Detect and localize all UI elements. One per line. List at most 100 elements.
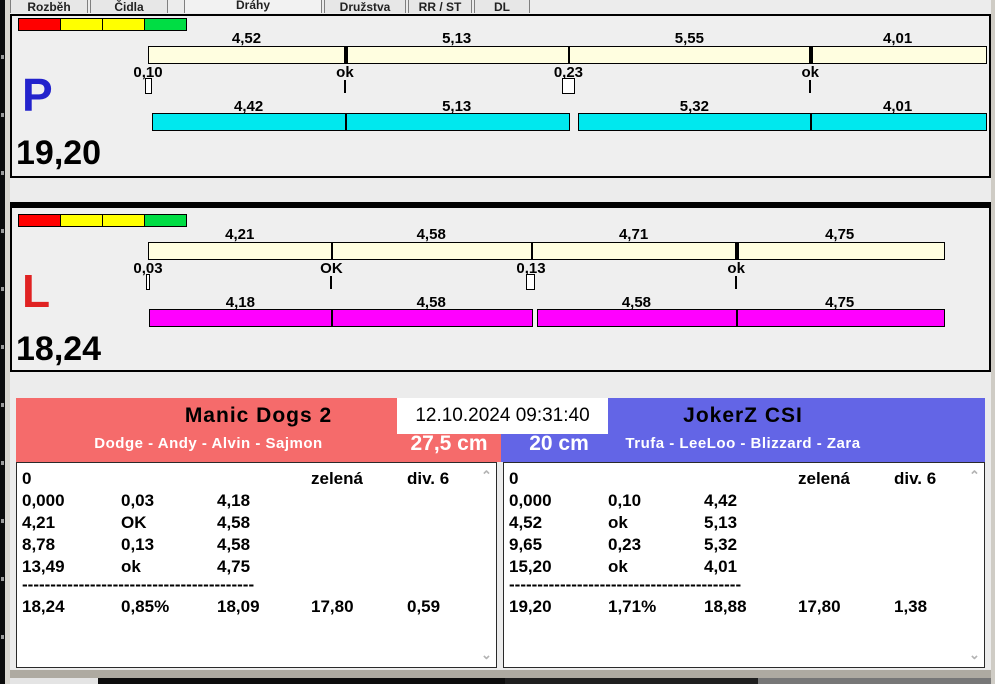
scroll-up-icon[interactable]: ⌃ [968,469,981,482]
segment-separator [530,243,533,259]
table-cell: 0,10 [608,491,642,510]
table-cell: 19,20 [509,597,552,616]
table-cell: 13,49 [22,557,65,576]
table-cell: zelená [798,469,850,488]
tab-dr-hy[interactable]: Dráhy [184,0,322,13]
datetime-stamp: 12.10.2024 09:31:40 [397,398,608,434]
table-cell: 18,24 [22,597,65,616]
status-light [60,214,103,227]
segment-separator [810,114,813,130]
table-cell: 0,13 [121,535,155,554]
table-cell: 4,52 [509,513,543,532]
window-left-edge [5,0,10,684]
split-row: 0,000 0,03 4,18 [22,490,476,512]
background-window-fragment [758,678,995,684]
dock-tick [1,519,4,523]
result-table-left[interactable]: 0 zelená div. 6 0,000 0,03 4,18 4,21 OK 4,58 8,78… [16,462,497,668]
split-time-label: 5,13 [442,30,472,47]
run-segment-group [578,113,987,131]
table-cell: 17,80 [798,597,841,616]
split-labels-top: 4,21 4,58 4,71 4,75 [148,226,988,243]
run-segment-group [152,113,571,131]
ok-tick-marker [735,276,738,289]
table-cell: 4,18 [217,491,251,510]
split-time-label: 4,58 [416,226,446,243]
fault-markers [146,274,988,294]
dock-tick [1,55,4,59]
dock-tick [1,403,4,407]
totals-row: 19,20 1,71% 18,88 17,80 1,38 [509,596,964,618]
table-cell: 5,13 [704,513,738,532]
table-cell: 1,71% [608,597,657,616]
split-labels-bottom: 4,18 4,58 4,58 4,75 [148,294,988,311]
window-right-edge [991,0,995,684]
dock-tick [1,461,4,465]
table-cell: 0,000 [22,491,65,510]
segment-separator [735,243,740,259]
table-cell: 4,75 [217,557,251,576]
split-row: 4,21 OK 4,58 [22,512,476,534]
divider-row: ----------------------------------------… [22,578,255,592]
divider-row: ----------------------------------------… [509,578,742,592]
result-rows: 0 zelená div. 6 0,000 0,10 4,42 4,52 ok 5,13 9,65… [509,468,964,618]
table-cell: ok [608,557,628,576]
table-cell: div. 6 [894,469,937,488]
table-cell: 4,42 [704,491,738,510]
split-row: 13,49 ok 4,75 [22,556,476,578]
scroll-up-icon[interactable]: ⌃ [480,469,493,482]
fault-box-marker [144,78,152,94]
table-cell: 8,78 [22,535,56,554]
split-time-label: 4,75 [825,226,855,243]
split-row: 4,52 ok 5,13 [509,512,964,534]
lane-total-time: 19,20 [16,134,102,172]
segment-separator [809,47,814,63]
table-cell: div. 6 [407,469,450,488]
run-segment-group [536,309,946,327]
fault-box-marker [526,274,536,290]
split-time-label: 4,52 [231,30,262,47]
lane-timing-bars: 4,21 4,58 4,71 4,75 0,03 OK 0,13 ok 4,18 4,58 4,… [133,212,988,370]
background-window-fragment [505,678,758,684]
split-row: 0,000 0,10 4,42 [509,490,964,512]
result-table-right[interactable]: 0 zelená div. 6 0,000 0,10 4,42 4,52 ok 5,13 9,65… [503,462,985,668]
dock-tick [1,345,4,349]
dock-tick [1,113,4,117]
segment-separator [736,310,739,326]
tab-dru-stva[interactable]: Družstva [324,0,406,13]
reference-time-bar [148,46,987,64]
ok-tick-marker [343,80,346,93]
table-cell: zelená [311,469,363,488]
tab-rr-st[interactable]: RR / ST [408,0,472,13]
table-cell: 0 [22,469,32,488]
lane-panel-l: L 4,21 4,58 4,71 4,75 0,03 OK 0,13 ok 4,18 4,58… [10,202,991,372]
segment-separator [568,47,571,63]
result-rows: 0 zelená div. 6 0,000 0,03 4,18 4,21 OK 4,58 8,78… [22,468,476,618]
split-time-label: 4,71 [618,226,649,243]
fault-labels: 0,03 OK 0,13 ok [133,260,988,277]
jump-height: 20 cm [529,432,589,455]
tab--idla[interactable]: Čidla [90,0,168,13]
split-time-label: 5,55 [674,30,704,47]
fault-box-marker [561,78,575,94]
tab-bar: Rozběh Čidla Dráhy Družstva RR / ST DL [10,0,990,13]
status-light [18,214,61,227]
totals-row: 18,24 0,85% 18,09 17,80 0,59 [22,596,476,618]
background-window-fragment [98,678,505,684]
lane-letter: L [22,265,51,317]
table-cell: OK [121,513,147,532]
segment-separator [343,47,348,63]
split-row: 15,20 ok 4,01 [509,556,964,578]
table-cell: 18,09 [217,597,260,616]
scroll-down-icon[interactable]: ⌄ [480,648,493,661]
table-cell: ok [121,557,141,576]
split-labels-bottom: 4,42 5,13 5,32 4,01 [148,98,988,115]
table-cell: 9,65 [509,535,543,554]
tab-dl[interactable]: DL [474,0,530,13]
status-light [18,18,61,31]
split-time-label: 4,21 [225,226,255,243]
scroll-down-icon[interactable]: ⌄ [968,648,981,661]
segment-separator [344,114,347,130]
segment-separator [331,310,334,326]
split-time-label: 4,01 [883,30,913,47]
tab-rozb-h[interactable]: Rozběh [10,0,88,13]
